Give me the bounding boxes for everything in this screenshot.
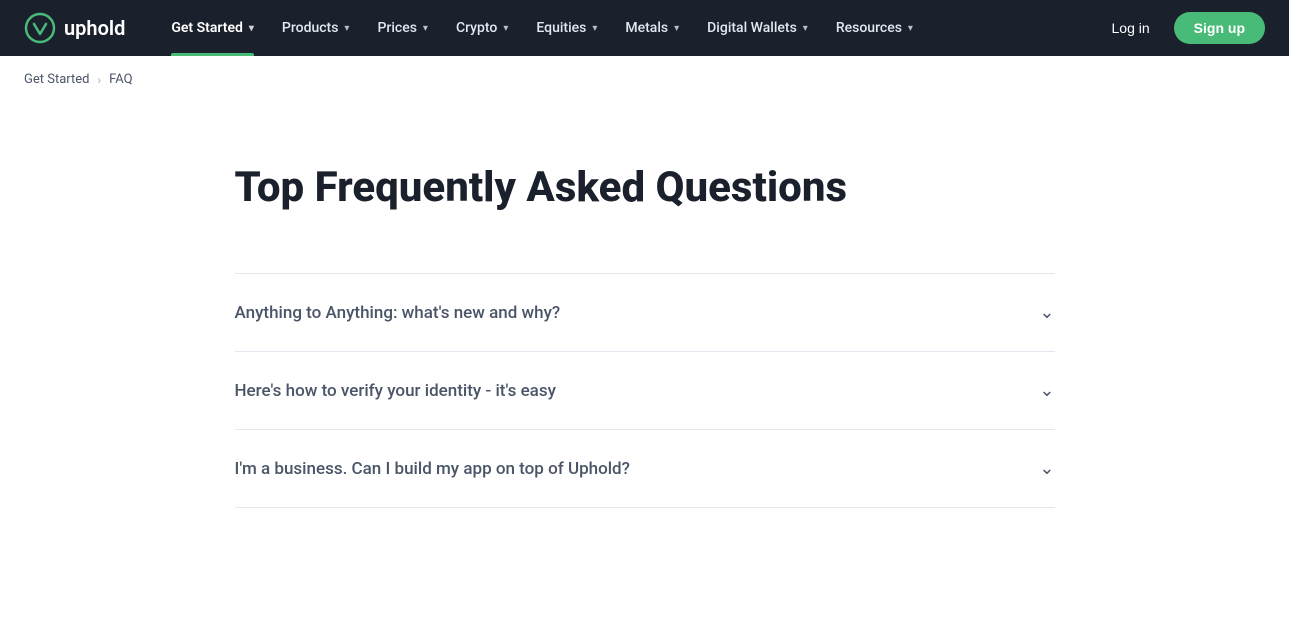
nav-item-digital-wallets[interactable]: Digital Wallets ▾ (693, 0, 822, 56)
logo-text: uphold (64, 16, 125, 40)
nav-item-get-started[interactable]: Get Started ▾ (157, 0, 268, 56)
breadcrumb-parent-link[interactable]: Get Started (24, 72, 89, 87)
nav-item-resources[interactable]: Resources ▾ (822, 0, 927, 56)
chevron-down-icon: ▾ (674, 23, 679, 34)
nav-actions: Log in Sign up (1100, 12, 1265, 44)
nav-items: Get Started ▾ Products ▾ Prices ▾ Crypto… (157, 0, 1099, 56)
login-button[interactable]: Log in (1100, 14, 1162, 42)
page-title: Top Frequently Asked Questions (235, 163, 1055, 213)
chevron-down-icon: ▾ (249, 23, 254, 34)
chevron-down-icon: ▾ (803, 23, 808, 34)
breadcrumb-current: FAQ (109, 72, 132, 87)
chevron-down-icon: ⌄ (1039, 302, 1054, 323)
logo[interactable]: uphold (24, 12, 125, 44)
faq-question: I'm a business. Can I build my app on to… (235, 459, 1040, 479)
signup-button[interactable]: Sign up (1174, 12, 1265, 44)
faq-question: Anything to Anything: what's new and why… (235, 303, 1040, 323)
nav-item-products[interactable]: Products ▾ (268, 0, 364, 56)
nav-item-prices[interactable]: Prices ▾ (363, 0, 442, 56)
breadcrumb-separator: › (97, 73, 101, 87)
chevron-down-icon: ▾ (592, 23, 597, 34)
faq-item[interactable]: Anything to Anything: what's new and why… (235, 273, 1055, 351)
nav-item-crypto[interactable]: Crypto ▾ (442, 0, 522, 56)
nav-item-metals[interactable]: Metals ▾ (611, 0, 693, 56)
logo-icon (24, 12, 56, 44)
chevron-down-icon: ▾ (423, 23, 428, 34)
faq-question: Here's how to verify your identity - it'… (235, 381, 1040, 401)
chevron-down-icon: ⌄ (1039, 380, 1054, 401)
nav-item-equities[interactable]: Equities ▾ (522, 0, 611, 56)
chevron-down-icon: ▾ (344, 23, 349, 34)
chevron-down-icon: ▾ (503, 23, 508, 34)
faq-item[interactable]: Here's how to verify your identity - it'… (235, 351, 1055, 429)
breadcrumb: Get Started › FAQ (0, 56, 1289, 103)
chevron-down-icon: ⌄ (1039, 458, 1054, 479)
navigation: uphold Get Started ▾ Products ▾ Prices ▾… (0, 0, 1289, 56)
faq-item[interactable]: I'm a business. Can I build my app on to… (235, 429, 1055, 508)
main-content: Top Frequently Asked Questions Anything … (195, 103, 1095, 548)
faq-list: Anything to Anything: what's new and why… (235, 273, 1055, 508)
chevron-down-icon: ▾ (908, 23, 913, 34)
